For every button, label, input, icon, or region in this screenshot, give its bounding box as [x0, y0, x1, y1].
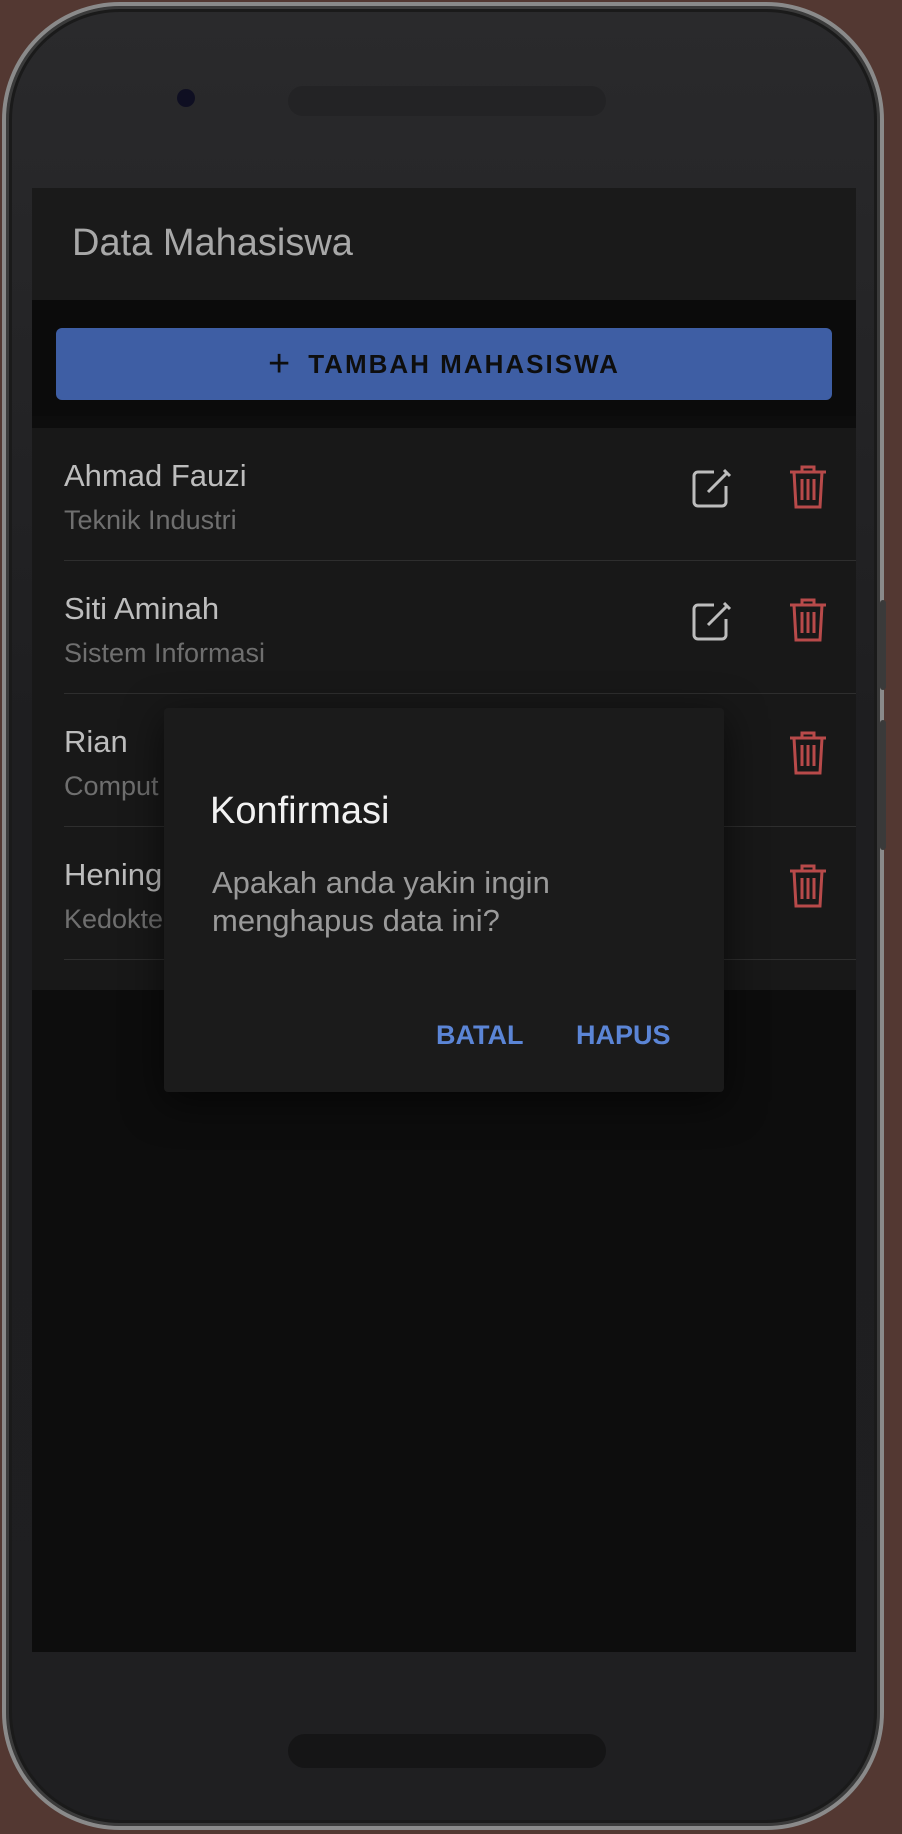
student-name: Siti Aminah [64, 591, 220, 626]
student-program: Kedokte [64, 904, 164, 934]
list-item[interactable]: Siti Aminah Sistem Informasi [64, 561, 856, 694]
trash-icon[interactable] [788, 597, 828, 643]
trash-icon[interactable] [788, 730, 828, 776]
edit-icon[interactable] [690, 599, 734, 643]
student-program: Teknik Industri [64, 505, 237, 535]
student-program: Sistem Informasi [64, 638, 266, 668]
student-name: Rian [64, 724, 128, 759]
dialog-message: Apakah anda yakin ingin menghapus data i… [212, 865, 550, 938]
app-bar: Data Mahasiswa [32, 188, 856, 300]
power-button [880, 720, 886, 850]
dialog-title: Konfirmasi [210, 790, 390, 832]
student-name: Ahmad Fauzi [64, 458, 247, 493]
add-student-label: TAMBAH MAHASISWA [308, 348, 620, 379]
confirm-delete-dialog: Konfirmasi Apakah anda yakin ingin mengh… [164, 708, 724, 1092]
front-camera [177, 89, 195, 107]
student-name: Hening [64, 857, 163, 892]
edit-icon[interactable] [690, 466, 734, 510]
speaker-grille [288, 86, 606, 116]
add-button-container: + TAMBAH MAHASISWA [32, 300, 856, 416]
add-student-button[interactable]: + TAMBAH MAHASISWA [56, 328, 832, 400]
trash-icon[interactable] [788, 464, 828, 510]
student-program: Comput [64, 771, 159, 801]
list-item[interactable]: Ahmad Fauzi Teknik Industri [64, 428, 856, 561]
trash-icon[interactable] [788, 863, 828, 909]
page-title: Data Mahasiswa [72, 222, 353, 264]
confirm-delete-button[interactable]: HAPUS [576, 1020, 671, 1051]
bottom-speaker [288, 1734, 606, 1768]
plus-icon: + [268, 343, 293, 385]
volume-button [880, 600, 886, 690]
cancel-button[interactable]: BATAL [436, 1020, 523, 1051]
